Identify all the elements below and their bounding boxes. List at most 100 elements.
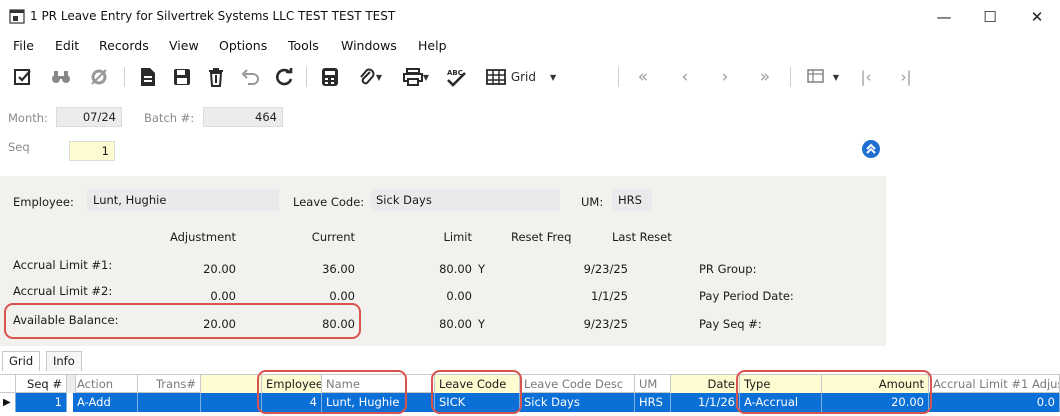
- column-header-limit: Limit: [443, 230, 472, 244]
- cell-accrual-adjustment[interactable]: 0.0: [929, 393, 1060, 412]
- row-pointer-icon[interactable]: ▶: [0, 393, 16, 412]
- document-icon[interactable]: [136, 60, 160, 94]
- pay-period-date-label: Pay Period Date:: [699, 289, 794, 303]
- edit-check-icon[interactable]: [10, 60, 36, 94]
- employee-name-highlight: [257, 370, 407, 414]
- available-balance-highlight: [4, 303, 361, 339]
- toolbar-separator: [618, 67, 619, 87]
- grid-view-label: Grid: [510, 70, 537, 84]
- column-header-adjustment: Adjustment: [169, 230, 236, 244]
- batch-label: Batch #:: [144, 111, 195, 125]
- save-icon[interactable]: [170, 60, 194, 94]
- employee-label: Employee:: [13, 195, 74, 209]
- batch-field[interactable]: 464: [203, 107, 283, 127]
- minimize-button[interactable]: —: [921, 0, 967, 34]
- refresh-icon[interactable]: [272, 60, 296, 94]
- cell-action[interactable]: A-Add: [73, 393, 138, 412]
- cell-blank[interactable]: [201, 393, 262, 412]
- menu-records[interactable]: Records: [99, 38, 149, 53]
- available-balance-last-reset: 9/23/25: [583, 317, 628, 331]
- grid-col-leave-code-desc[interactable]: Leave Code Desc: [520, 375, 635, 393]
- accrual-limit-2-last-reset: 1/1/25: [590, 289, 628, 303]
- row-selector-header: [0, 375, 16, 393]
- toolbar: ▼ ▼ ABC Grid ▼ « ‹ › » ▼ |‹ ›|: [0, 60, 1060, 94]
- grid-col-date[interactable]: Date: [671, 375, 740, 393]
- window-title: 1 PR Leave Entry for Silvertrek Systems …: [30, 9, 396, 23]
- calculator-icon[interactable]: [318, 60, 342, 94]
- leave-code-label: Leave Code:: [293, 195, 365, 209]
- grid-col-seq[interactable]: Seq #: [16, 375, 67, 393]
- menu-windows[interactable]: Windows: [341, 38, 397, 53]
- leave-code-value: Sick Days: [370, 189, 560, 211]
- close-button[interactable]: ✕: [1014, 0, 1060, 34]
- pay-seq-label: Pay Seq #:: [699, 317, 762, 331]
- column-header-current: Current: [311, 230, 355, 244]
- accrual-limit-1-last-reset: 9/23/25: [583, 262, 628, 276]
- grid-col-um[interactable]: UM: [635, 375, 671, 393]
- tab-info[interactable]: Info: [46, 351, 82, 371]
- chevron-down-icon[interactable]: ▼: [550, 73, 556, 82]
- chevron-down-icon[interactable]: ▼: [423, 73, 429, 82]
- grid-col-trans[interactable]: Trans#: [138, 375, 201, 393]
- seq-label: Seq: [8, 140, 30, 154]
- column-header-last-reset: Last Reset: [612, 230, 672, 244]
- tab-grid[interactable]: Grid: [2, 351, 41, 371]
- pr-group-label: PR Group:: [699, 262, 757, 276]
- employee-value: Lunt, Hughie: [87, 189, 279, 211]
- previous-record-icon[interactable]: ‹: [670, 60, 700, 94]
- accrual-limit-2-limit: 0.00: [446, 289, 472, 303]
- maximize-button[interactable]: ☐: [967, 0, 1013, 34]
- cell-date[interactable]: 1/1/26: [671, 393, 740, 412]
- menu-edit[interactable]: Edit: [55, 38, 79, 53]
- last-record-icon[interactable]: »: [750, 60, 780, 94]
- spellcheck-icon[interactable]: ABC: [442, 60, 470, 94]
- menu-tools[interactable]: Tools: [288, 38, 319, 53]
- print-icon[interactable]: ▼: [396, 60, 436, 94]
- accrual-limit-2-current: 0.00: [329, 289, 355, 303]
- menu-help[interactable]: Help: [418, 38, 447, 53]
- cell-um[interactable]: HRS: [635, 393, 671, 412]
- collapse-chevron-icon[interactable]: [862, 140, 880, 158]
- tools-icon[interactable]: [86, 60, 112, 94]
- next-record-icon[interactable]: ›: [710, 60, 740, 94]
- cell-trans[interactable]: [138, 393, 201, 412]
- grid-view-button[interactable]: Grid ▼: [478, 60, 564, 94]
- cell-leave-code-desc[interactable]: Sick Days: [520, 393, 635, 412]
- binoculars-icon[interactable]: [48, 60, 74, 94]
- available-balance-limit: 80.00: [439, 317, 472, 331]
- app-icon: [9, 9, 25, 24]
- delete-icon[interactable]: [204, 60, 228, 94]
- accrual-limit-2-label: Accrual Limit #2:: [13, 284, 113, 298]
- menu-options[interactable]: Options: [219, 38, 267, 53]
- um-value: HRS: [612, 189, 652, 211]
- first-record-icon[interactable]: «: [628, 60, 658, 94]
- accrual-limit-2-adjustment: 0.00: [210, 289, 236, 303]
- column-header-reset-freq: Reset Freq: [511, 230, 572, 244]
- cell-seq[interactable]: 1: [16, 393, 67, 412]
- attachment-icon[interactable]: ▼: [352, 60, 388, 94]
- seq-field[interactable]: 1: [69, 141, 115, 161]
- menu-bar: File Edit Records View Options Tools Win…: [0, 38, 1060, 58]
- um-label: UM:: [581, 195, 604, 209]
- chevron-down-icon[interactable]: ▼: [376, 73, 382, 82]
- month-field[interactable]: 07/24: [56, 107, 122, 127]
- toolbar-separator: [306, 67, 307, 87]
- month-label: Month:: [8, 111, 48, 125]
- accrual-limit-1-limit: 80.00: [439, 262, 472, 276]
- report-icon[interactable]: ▼: [798, 60, 848, 94]
- toolbar-separator: [790, 67, 791, 87]
- menu-file[interactable]: File: [13, 38, 34, 53]
- toolbar-separator: [124, 67, 125, 87]
- first-page-icon[interactable]: |‹: [852, 60, 880, 94]
- grid-col-blank: [201, 375, 262, 393]
- grid-col-accrual-adjustment[interactable]: Accrual Limit #1 Adjus: [929, 375, 1060, 393]
- type-amount-highlight: [736, 370, 932, 414]
- accrual-limit-1-current: 36.00: [322, 262, 355, 276]
- menu-view[interactable]: View: [169, 38, 199, 53]
- accrual-limit-1-label: Accrual Limit #1:: [13, 258, 113, 272]
- accrual-limit-1-adjustment: 20.00: [203, 262, 236, 276]
- undo-icon[interactable]: [238, 60, 262, 94]
- grid-col-action[interactable]: Action: [73, 375, 138, 393]
- chevron-down-icon[interactable]: ▼: [833, 73, 839, 82]
- last-page-icon[interactable]: ›|: [892, 60, 920, 94]
